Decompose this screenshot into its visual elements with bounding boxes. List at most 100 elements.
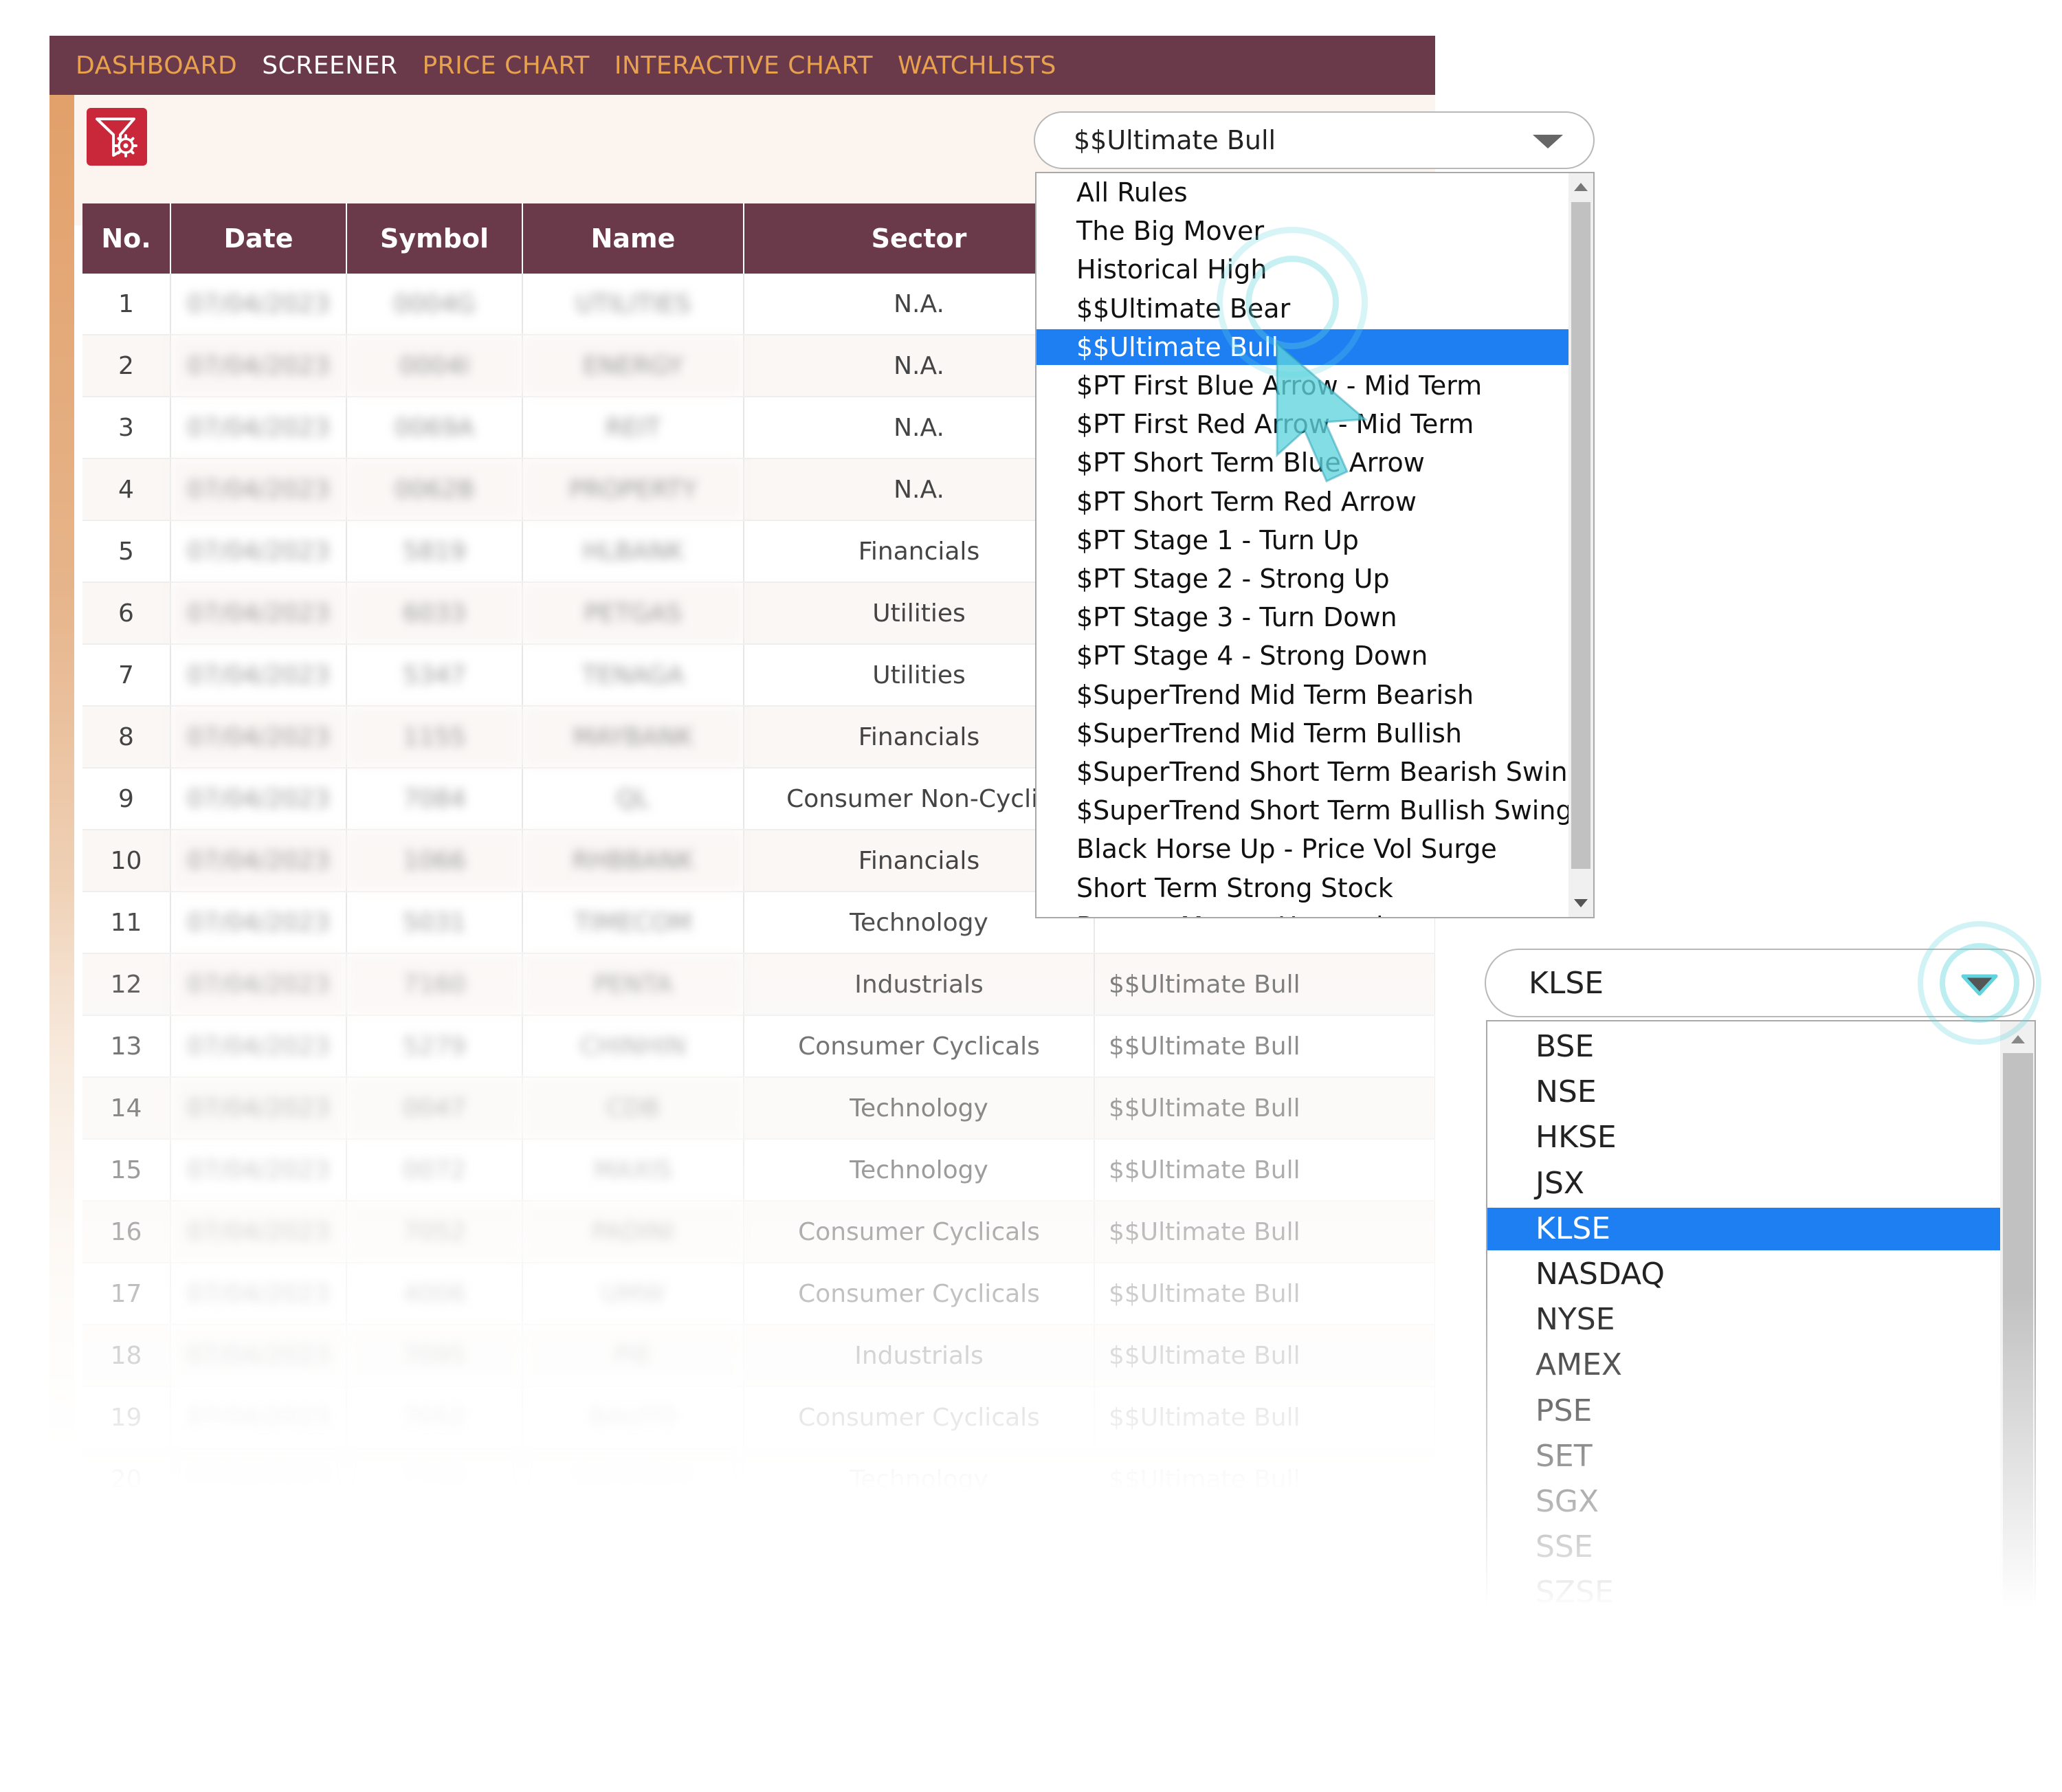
cell-symbol: 0047 <box>346 1077 523 1140</box>
rule-option[interactable]: $SuperTrend Short Term Bearish Swing <box>1036 754 1584 790</box>
exchange-selector: KLSE BSE NSE HKSE JSX KLSE NASDAQ NYSE AMEX PSE S… <box>1478 949 2041 1650</box>
cell-no: 7 <box>82 644 171 707</box>
exchange-option[interactable]: JSX <box>1487 1162 2000 1205</box>
scroll-down-icon[interactable] <box>1574 899 1588 907</box>
nav-dashboard[interactable]: DASHBOARD <box>76 52 237 80</box>
exchange-list-scroll-thumb[interactable] <box>2003 1053 2033 1639</box>
cell-name: CHINHIN <box>522 1015 744 1078</box>
rule-option[interactable]: $PT Stage 4 - Strong Down <box>1036 638 1568 674</box>
exchange-option[interactable]: NASDAQ <box>1487 1253 2000 1296</box>
exchange-option[interactable]: SZSE <box>1487 1571 2000 1614</box>
exchange-option[interactable]: SGX <box>1487 1481 2000 1523</box>
cell-symbol: 5347 <box>346 644 523 707</box>
rule-option[interactable]: Short Term Strong Stock <box>1036 870 1568 906</box>
cell-symbol: 5819 <box>346 520 523 583</box>
rule-list-scroll-thumb[interactable] <box>1571 202 1590 869</box>
rule-select[interactable]: $$Ultimate Bull <box>1034 111 1595 169</box>
rule-option[interactable]: $SuperTrend Short Term Bullish Swing <box>1036 793 1573 828</box>
cell-symbol: 7052 <box>346 1386 523 1449</box>
exchange-option[interactable]: WORLD INDX <box>1487 1617 2000 1639</box>
exchange-option[interactable]: SET <box>1487 1435 2000 1478</box>
click-ripple-inner <box>1245 256 1339 349</box>
cell-date: 07/04/2023 <box>170 1015 347 1078</box>
rule-option[interactable]: Bottom Master Uptrend <box>1036 909 1568 917</box>
cell-no: 14 <box>82 1077 171 1140</box>
table-row[interactable]: 17 07/04/2023 4006 UMW Consumer Cyclicals $$U… <box>82 1263 1436 1325</box>
cell-date: 07/04/2023 <box>170 397 347 459</box>
exchange-option[interactable]: KLSE <box>1487 1207 2000 1250</box>
cell-symbol: 7160 <box>346 953 523 1016</box>
exchange-option[interactable]: NYSE <box>1487 1298 2000 1341</box>
rule-option[interactable]: All Rules <box>1036 175 1568 210</box>
chevron-down-icon <box>1533 135 1563 148</box>
cell-name: PROPERTY <box>522 458 744 521</box>
nav-price-chart[interactable]: PRICE CHART <box>422 52 589 80</box>
cell-sector: Technology <box>744 1139 1095 1202</box>
rule-option[interactable]: Black Horse Up - Price Vol Surge <box>1036 831 1568 867</box>
cell-date: 07/04/2023 <box>170 582 347 645</box>
cell-rule: $$Ultimate Bull <box>1094 1015 1436 1078</box>
scroll-up-icon[interactable] <box>1574 183 1588 191</box>
rule-option[interactable]: $PT Stage 2 - Strong Up <box>1036 561 1568 597</box>
col-header-name[interactable]: Name <box>522 203 744 274</box>
nav-screener[interactable]: SCREENER <box>262 52 397 80</box>
cell-name: PIE <box>522 1325 744 1387</box>
cell-date: 07/04/2023 <box>170 892 347 954</box>
cell-name: REIT <box>522 397 744 459</box>
cell-date: 07/04/2023 <box>170 706 347 768</box>
cell-date: 07/04/2023 <box>170 768 347 830</box>
cell-no: 16 <box>82 1201 171 1263</box>
cell-sector: Consumer Cyclicals <box>744 1263 1095 1325</box>
exchange-select-value: KLSE <box>1529 965 1604 1001</box>
cell-date: 07/04/2023 <box>170 1263 347 1325</box>
table-row[interactable]: 20 07/04/2023 7106 SUPERMX Technology $$Ultim… <box>82 1448 1436 1511</box>
rule-option[interactable]: $SuperTrend Mid Term Bullish <box>1036 716 1568 751</box>
cell-symbol: 0062B <box>346 458 523 521</box>
exchange-option[interactable]: AMEX <box>1487 1344 2000 1386</box>
cell-rule: $$Ultimate Bull <box>1094 1201 1436 1263</box>
table-row[interactable]: 18 07/04/2023 7095 PIE Industrials $$Ultimate… <box>82 1325 1436 1387</box>
exchange-option[interactable]: PSE <box>1487 1390 2000 1433</box>
cell-name: TIMECOM <box>522 892 744 954</box>
cell-name: MAYBANK <box>522 706 744 768</box>
exchange-option[interactable]: SSE <box>1487 1526 2000 1569</box>
cell-symbol: 7052 <box>346 1201 523 1263</box>
table-row[interactable]: 16 07/04/2023 7052 PADINI Consumer Cyclicals… <box>82 1201 1436 1263</box>
cell-no: 18 <box>82 1325 171 1387</box>
nav-interactive-chart[interactable]: INTERACTIVE CHART <box>614 52 873 80</box>
table-row[interactable]: 15 07/04/2023 0072 MAXIS Technology $$Ultimat… <box>82 1139 1436 1202</box>
rule-option[interactable]: $PT Stage 3 - Turn Down <box>1036 599 1568 635</box>
exchange-option[interactable]: BSE <box>1487 1026 2000 1068</box>
filter-settings-button[interactable] <box>87 108 147 166</box>
cell-symbol: 7106 <box>346 1448 523 1511</box>
table-row[interactable]: 19 07/04/2023 7052 BAUTO Consumer Cyclicals $… <box>82 1386 1436 1449</box>
cell-no: 13 <box>82 1015 171 1078</box>
cell-name: UMW <box>522 1263 744 1325</box>
col-header-symbol[interactable]: Symbol <box>346 203 523 274</box>
cell-symbol: 0004G <box>346 274 523 335</box>
chevron-down-icon[interactable] <box>1958 971 2002 1001</box>
cell-symbol: 0069A <box>346 397 523 459</box>
scroll-up-icon[interactable] <box>2011 1035 2025 1043</box>
rule-option[interactable]: $SuperTrend Mid Term Bearish <box>1036 677 1568 713</box>
cell-date: 07/04/2023 <box>170 830 347 892</box>
table-row[interactable]: 13 07/04/2023 5279 CHINHIN Consumer Cyclical… <box>82 1015 1436 1078</box>
cell-no: 4 <box>82 458 171 521</box>
side-accent-bar <box>49 95 74 1493</box>
exchange-option[interactable]: HKSE <box>1487 1116 2000 1159</box>
cell-rule: $$Ultimate Bull <box>1094 1077 1436 1140</box>
cell-date: 07/04/2023 <box>170 520 347 583</box>
table-row[interactable]: 14 07/04/2023 0047 CDB Technology $$Ultimate … <box>82 1077 1436 1140</box>
exchange-option[interactable]: NSE <box>1487 1071 2000 1114</box>
col-header-date[interactable]: Date <box>170 203 347 274</box>
nav-watchlists[interactable]: WATCHLISTS <box>898 52 1056 80</box>
cell-name: PADINI <box>522 1201 744 1263</box>
cell-name: UTILITIES <box>522 274 744 335</box>
cell-symbol: 1066 <box>346 830 523 892</box>
cell-no: 6 <box>82 582 171 645</box>
col-header-no[interactable]: No. <box>82 203 171 274</box>
cell-date: 07/04/2023 <box>170 1201 347 1263</box>
cell-symbol: 5031 <box>346 892 523 954</box>
rule-option[interactable]: $PT Stage 1 - Turn Up <box>1036 522 1568 558</box>
table-row[interactable]: 12 07/04/2023 7160 PENTA Industrials $$Ultima… <box>82 953 1436 1016</box>
